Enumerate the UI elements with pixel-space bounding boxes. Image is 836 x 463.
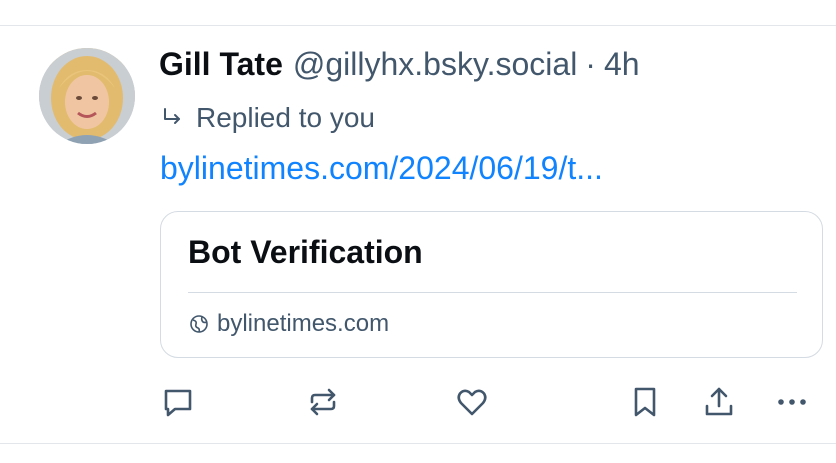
- more-options-button[interactable]: [772, 382, 812, 422]
- like-icon: [457, 389, 487, 416]
- post-actions: [0, 382, 836, 426]
- author-display-name[interactable]: Gill Tate: [159, 46, 283, 83]
- embed-domain-label: bylinetimes.com: [217, 310, 390, 337]
- share-icon: [705, 387, 733, 416]
- top-divider: [0, 25, 836, 26]
- like-button[interactable]: [452, 382, 492, 422]
- more-icon: [778, 399, 806, 405]
- link-embed-card[interactable]: Bot Verification bylinetimes.com: [160, 211, 823, 358]
- reply-arrow-icon: [160, 106, 184, 130]
- bottom-divider: [0, 443, 836, 444]
- embed-domain: bylinetimes.com: [189, 310, 389, 338]
- bookmark-button[interactable]: [625, 382, 665, 422]
- reply-context-label: Replied to you: [196, 102, 376, 133]
- post-link[interactable]: bylinetimes.com/2024/06/19/t...: [160, 150, 603, 187]
- bookmark-icon: [634, 387, 656, 417]
- reply-button[interactable]: [158, 382, 198, 422]
- avatar[interactable]: [39, 48, 135, 144]
- reply-context: Replied to you: [160, 100, 375, 136]
- reply-icon: [164, 389, 192, 417]
- header-separator: ·: [585, 46, 596, 82]
- repost-icon: [310, 388, 336, 416]
- embed-title: Bot Verification: [188, 234, 423, 270]
- author-handle[interactable]: @gillyhx.bsky.social: [293, 46, 577, 83]
- repost-button[interactable]: [303, 382, 343, 422]
- post-header: Gill Tate @gillyhx.bsky.social · 4h: [159, 46, 640, 90]
- avatar-image: [39, 48, 135, 144]
- post-timestamp[interactable]: 4h: [604, 46, 640, 83]
- globe-icon: [189, 314, 209, 334]
- share-button[interactable]: [699, 382, 739, 422]
- embed-divider: [188, 292, 797, 293]
